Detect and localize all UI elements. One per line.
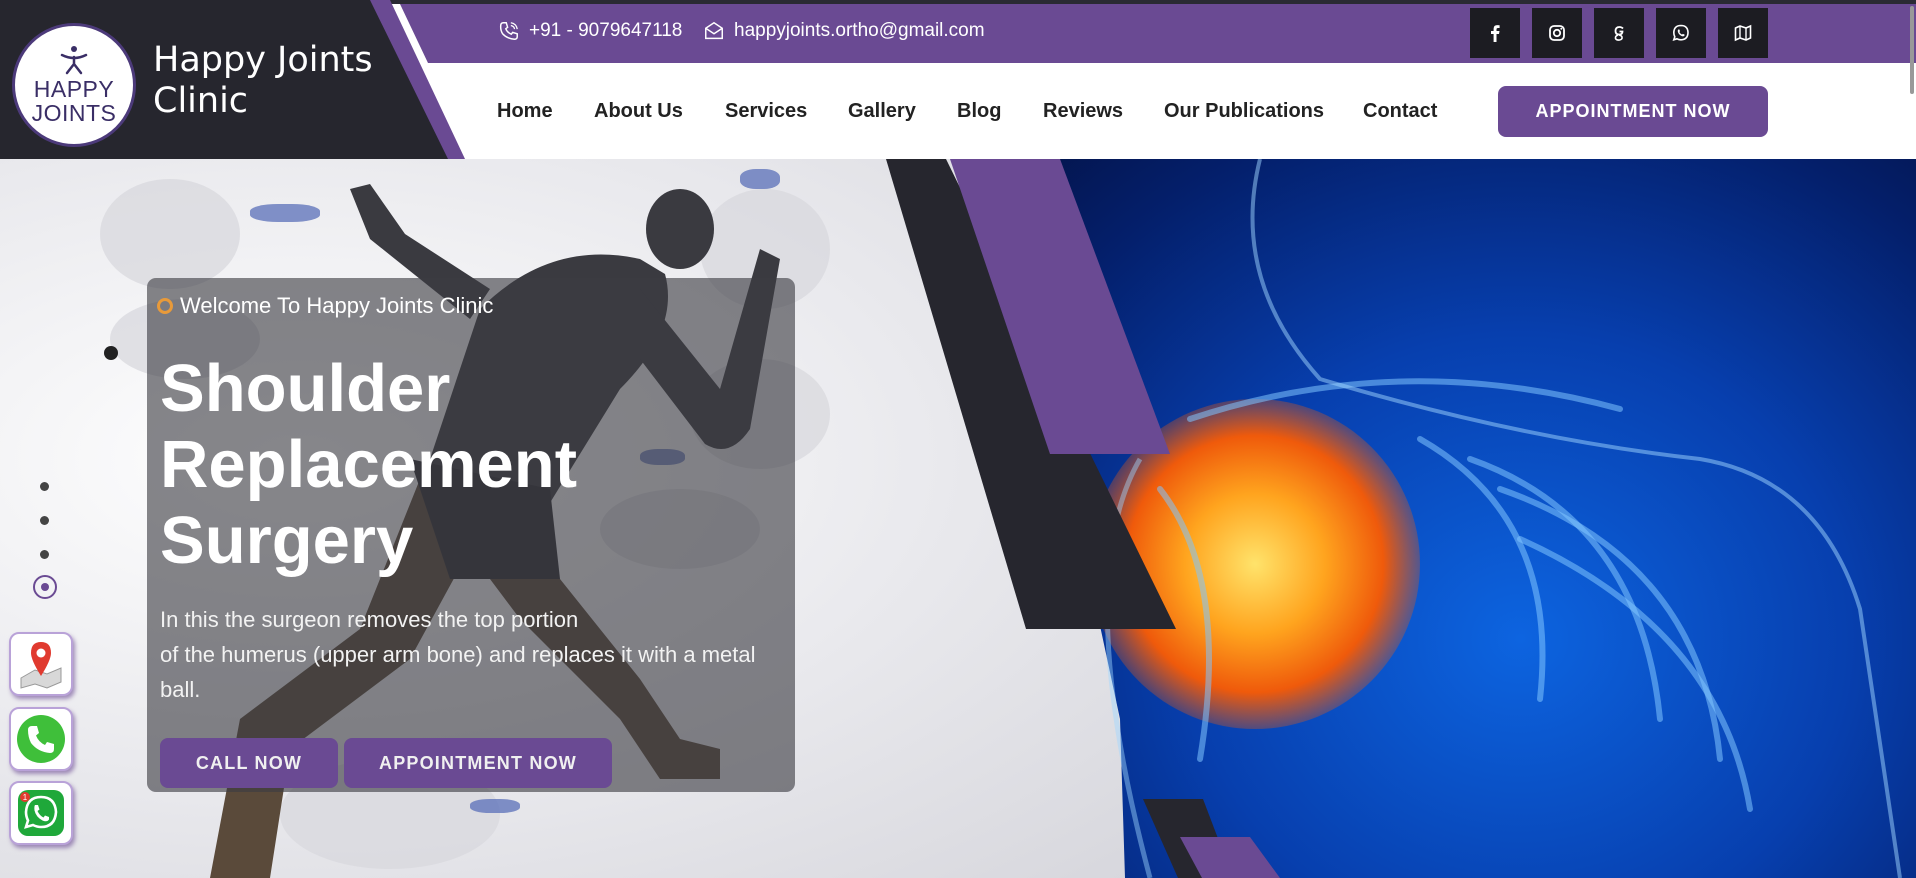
call-now-button[interactable]: CALL NOW <box>160 738 338 788</box>
google-link[interactable] <box>1594 8 1644 58</box>
slider-marker-dot <box>104 346 118 360</box>
email-address: happyjoints.ortho@gmail.com <box>734 20 985 41</box>
hero-slider: Welcome To Happy Joints Clinic Shoulder … <box>0 159 1916 878</box>
whatsapp-link[interactable] <box>1656 8 1706 58</box>
nav-blog[interactable]: Blog <box>957 100 1001 123</box>
slide-dot-4-active[interactable] <box>33 575 57 599</box>
nav-services[interactable]: Services <box>725 100 807 123</box>
map-link[interactable] <box>1718 8 1768 58</box>
map-icon <box>1734 24 1752 42</box>
whatsapp-icon: 1 <box>18 790 64 836</box>
google-icon <box>1614 26 1624 41</box>
facebook-link[interactable] <box>1470 8 1520 58</box>
phone-icon <box>499 22 518 40</box>
welcome-label: Welcome To Happy Joints Clinic <box>157 293 493 319</box>
site-header: HAPPY JOINTS Happy Joints Clinic +91 - 9… <box>0 0 1916 159</box>
nav-about-us[interactable]: About Us <box>594 100 683 123</box>
phone-icon <box>17 715 65 763</box>
skeleton-lines <box>1104 159 1902 878</box>
contact-phone[interactable]: +91 - 9079647118 <box>498 20 682 42</box>
welcome-text: Welcome To Happy Joints Clinic <box>180 293 494 318</box>
slide-dot-1[interactable] <box>40 482 49 491</box>
floating-whatsapp-button[interactable]: 1 <box>9 781 73 845</box>
contact-email[interactable]: happyjoints.ortho@gmail.com <box>703 20 985 42</box>
facebook-icon <box>1491 25 1500 42</box>
nav-home[interactable]: Home <box>497 100 553 123</box>
nav-reviews[interactable]: Reviews <box>1043 100 1123 123</box>
page-scrollbar-thumb[interactable] <box>1910 6 1914 94</box>
nav-gallery[interactable]: Gallery <box>848 100 916 123</box>
floating-map-button[interactable] <box>9 632 73 696</box>
slide-dot-2[interactable] <box>40 516 49 525</box>
hero-title-line3: Surgery <box>160 503 414 578</box>
hero-desc-line2: of the humerus (upper arm bone) and repl… <box>160 642 756 667</box>
hero-desc-line3: ball. <box>160 677 201 702</box>
hero-description: In this the surgeon removes the top port… <box>160 602 770 707</box>
whatsapp-icon <box>1672 24 1689 42</box>
nav-contact[interactable]: Contact <box>1363 100 1437 123</box>
active-dot-center <box>41 583 49 591</box>
instagram-link[interactable] <box>1532 8 1582 58</box>
hero-title-line2: Replacement <box>160 427 578 502</box>
envelope-icon <box>705 21 723 40</box>
appointment-now-button[interactable]: APPOINTMENT NOW <box>1498 86 1768 137</box>
nav-our-publications[interactable]: Our Publications <box>1164 100 1324 123</box>
main-navigation: Home About Us Services Gallery Blog Revi… <box>0 63 1916 159</box>
instagram-icon <box>1549 25 1565 41</box>
hero-desc-line1: In this the surgeon removes the top port… <box>160 607 579 632</box>
whatsapp-badge: 1 <box>23 793 28 802</box>
hero-title: Shoulder Replacement Surgery <box>160 351 760 579</box>
floating-call-button[interactable] <box>9 707 73 771</box>
slide-dot-3[interactable] <box>40 550 49 559</box>
ring-icon <box>157 298 173 314</box>
hero-title-line1: Shoulder <box>160 351 451 426</box>
phone-number: +91 - 9079647118 <box>529 20 683 41</box>
map-pin-icon <box>20 642 62 689</box>
hero-appointment-button[interactable]: APPOINTMENT NOW <box>344 738 612 788</box>
